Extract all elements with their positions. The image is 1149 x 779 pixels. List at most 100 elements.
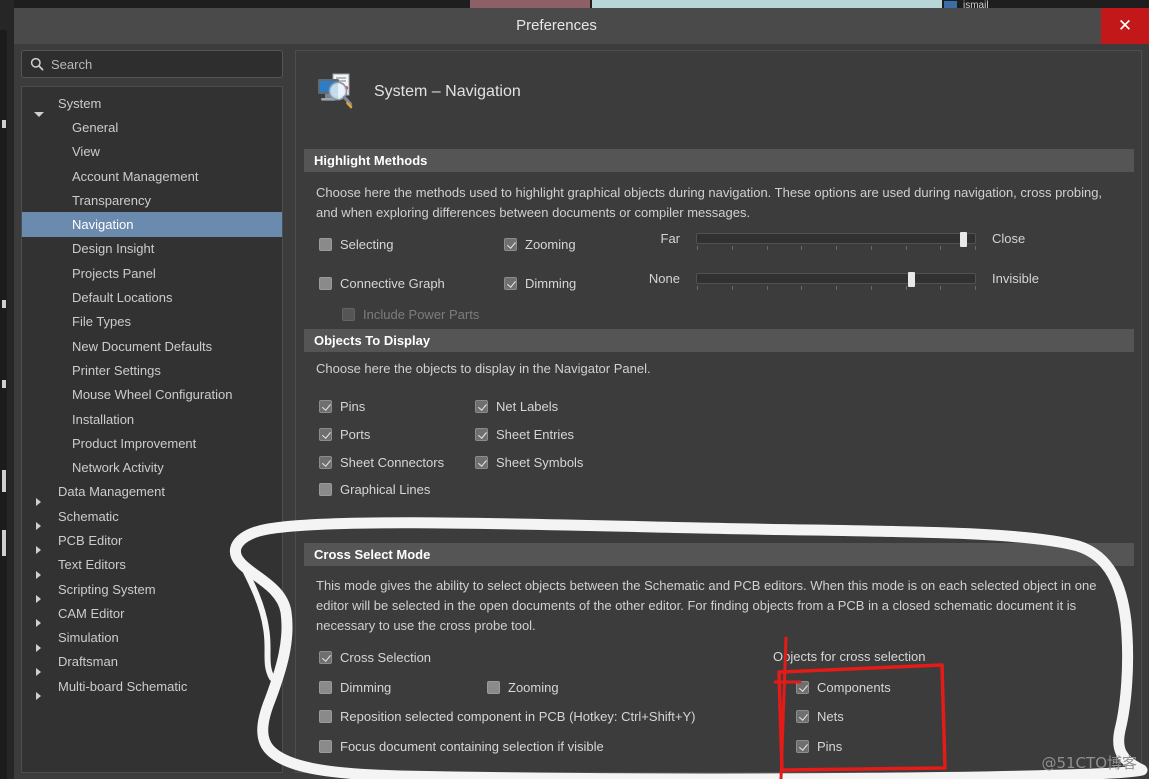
checkbox-nets-cross[interactable]: Nets [796,709,844,724]
checkbox-box[interactable] [504,238,517,251]
checkbox-sheet-connectors-display[interactable]: Sheet Connectors [319,455,444,470]
checkbox-label: Sheet Entries [496,427,575,442]
checkbox-box[interactable] [319,400,332,413]
sidebar-item-projects-panel[interactable]: Projects Panel [22,261,282,285]
checkbox-graphical-lines-display[interactable]: Graphical Lines [319,482,430,497]
checkbox-sheet-symbols-display[interactable]: Sheet Symbols [475,455,583,470]
checkbox-box[interactable] [796,710,809,723]
checkbox-box[interactable] [475,400,488,413]
dimming-slider-row[interactable]: None Invisible [634,271,1039,290]
sidebar-item-printer-settings[interactable]: Printer Settings [22,358,282,382]
sidebar-item-default-locations[interactable]: Default Locations [22,285,282,309]
screen: ismail Preferences ✕ Search System Genera… [0,0,1149,779]
checkbox-label: Pins [817,739,843,754]
sidebar-item-label: View [72,144,100,160]
sidebar-item-general[interactable]: General [22,115,282,139]
sidebar-item-label: Mouse Wheel Configuration [72,387,233,403]
sidebar-item-transparency[interactable]: Transparency [22,188,282,212]
checkbox-box[interactable] [796,681,809,694]
dimming-slider-thumb[interactable] [908,272,916,287]
zoom-slider-thumb[interactable] [959,232,967,247]
zoom-slider-right-label: Close [992,231,1026,246]
checkbox-dimming-cross[interactable]: Dimming [319,680,391,695]
checkbox-box[interactable] [319,651,332,664]
sidebar-item-scripting-system[interactable]: Scripting System [22,577,282,604]
background-fleck [2,120,6,128]
zoom-slider-track[interactable] [696,232,976,250]
checkbox-box[interactable] [319,456,332,469]
checkbox-reposition-component[interactable]: Reposition selected component in PCB (Ho… [319,709,696,724]
sidebar-item-text-editors[interactable]: Text Editors [22,553,282,579]
sidebar-item-schematic[interactable]: Schematic [22,504,282,531]
checkbox-box[interactable] [319,483,332,496]
sidebar-item-navigation[interactable]: Navigation [22,212,282,237]
sidebar-item-draftsman[interactable]: Draftsman [22,650,282,676]
sidebar-item-label: Simulation [58,630,119,646]
zoom-slider-row[interactable]: Far Close [634,231,1026,250]
checkbox-zooming-cross[interactable]: Zooming [487,680,559,695]
checkbox-sheet-entries-display[interactable]: Sheet Entries [475,427,574,442]
checkbox-connective-graph[interactable]: Connective Graph [319,276,445,291]
checkbox-zooming-highlight[interactable]: Zooming [504,237,576,252]
close-button[interactable]: ✕ [1101,8,1149,44]
checkbox-label: Zooming [508,680,559,695]
checkbox-box[interactable] [319,740,332,753]
sidebar-item-network-activity[interactable]: Network Activity [22,455,282,479]
background-fleck [2,300,6,308]
checkbox-pins-display[interactable]: Pins [319,399,365,414]
checkbox-components-cross[interactable]: Components [796,680,891,695]
checkbox-box[interactable] [487,681,500,694]
dialog-title-bar: Preferences ✕ [14,8,1149,44]
checkbox-ports-display[interactable]: Ports [319,427,370,442]
checkbox-label: Sheet Symbols [496,455,584,470]
sidebar-item-label: System [58,95,102,111]
settings-tree[interactable]: System General View Account Management Trans… [21,86,283,773]
checkbox-label: Cross Selection [340,650,432,665]
checkbox-selecting[interactable]: Selecting [319,237,393,252]
sidebar-item-data-management[interactable]: Data Management [22,480,282,506]
checkbox-box[interactable] [504,277,517,290]
sidebar-item-design-insight[interactable]: Design Insight [22,237,282,261]
search-box[interactable]: Search [21,50,283,78]
checkbox-label: Zooming [525,237,576,252]
checkbox-focus-document[interactable]: Focus document containing selection if v… [319,739,604,754]
sidebar-item-simulation[interactable]: Simulation [22,626,282,652]
sidebar-item-installation[interactable]: Installation [22,407,282,431]
sidebar-item-cam-editor[interactable]: CAM Editor [22,601,282,628]
checkbox-box[interactable] [475,456,488,469]
checkbox-box [342,308,355,321]
sidebar-item-system[interactable]: System [22,91,282,118]
checkbox-box[interactable] [796,740,809,753]
checkbox-dimming-highlight[interactable]: Dimming [504,276,576,291]
sidebar-item-pcb-editor[interactable]: PCB Editor [22,528,282,555]
checkbox-pins-cross[interactable]: Pins [796,739,842,754]
dialog-body: Search System General View Account Manageme… [14,44,1149,779]
checkbox-box[interactable] [319,681,332,694]
search-input[interactable]: Search [51,57,92,72]
checkbox-cross-selection[interactable]: Cross Selection [319,650,431,665]
checkbox-box[interactable] [319,710,332,723]
sidebar-item-label: Data Management [58,484,165,500]
checkbox-box[interactable] [319,428,332,441]
sidebar-item-label: New Document Defaults [72,338,213,354]
sidebar-item-multi-board-schematic[interactable]: Multi-board Schematic [22,674,282,701]
dimming-slider-track[interactable] [696,272,976,290]
sidebar-item-account-management[interactable]: Account Management [22,164,282,188]
background-window-pink-band [470,0,590,8]
checkbox-box[interactable] [319,277,332,290]
checkbox-label: Net Labels [496,399,559,414]
checkbox-box[interactable] [319,238,332,251]
sidebar-item-file-types[interactable]: File Types [22,310,282,334]
sidebar-item-label: Design Insight [72,241,155,257]
cross-select-mode-description: This mode gives the ability to select ob… [316,578,1097,633]
sidebar-item-new-document-defaults[interactable]: New Document Defaults [22,334,282,358]
section-header-highlight-methods: Highlight Methods [304,149,1134,172]
checkbox-label: Pins [340,399,366,414]
sidebar-item-mouse-wheel-configuration[interactable]: Mouse Wheel Configuration [22,383,282,407]
sidebar-item-label: Default Locations [72,290,173,306]
checkbox-net-labels-display[interactable]: Net Labels [475,399,558,414]
dialog-title: Preferences [516,17,597,34]
sidebar-item-view[interactable]: View [22,140,282,164]
sidebar-item-product-improvement[interactable]: Product Improvement [22,431,282,455]
checkbox-box[interactable] [475,428,488,441]
